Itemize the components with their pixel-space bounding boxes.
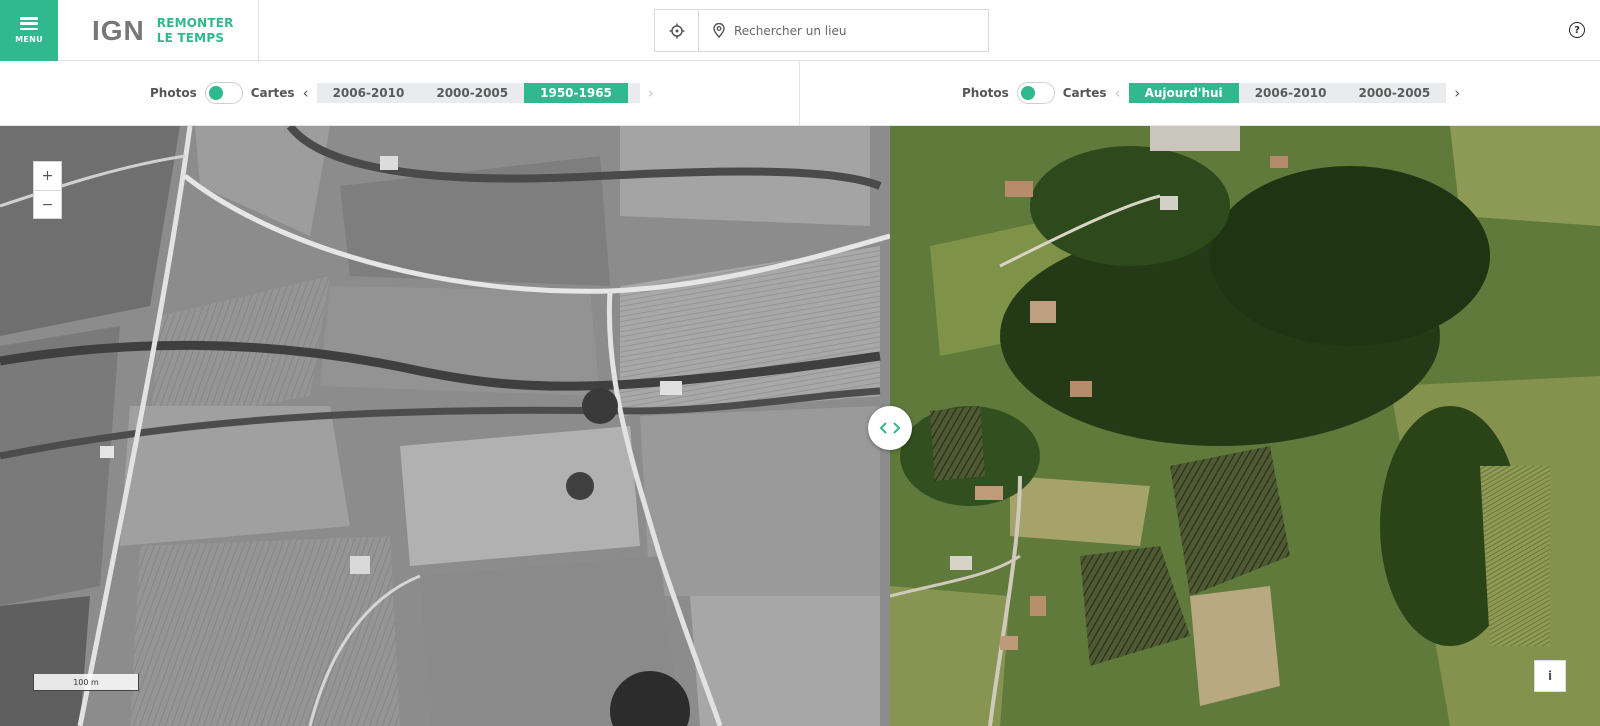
right-year-option-selected[interactable]: Aujourd'hui xyxy=(1128,83,1239,103)
right-cartes-label: Cartes xyxy=(1062,86,1107,100)
left-year-option[interactable]: 2006-2010 xyxy=(317,83,421,103)
current-aerial-photo[interactable] xyxy=(890,126,1600,726)
left-year-option[interactable]: 2000-2005 xyxy=(420,83,524,103)
historical-aerial-photo[interactable] xyxy=(0,126,890,726)
right-photos-label: Photos xyxy=(962,86,1009,100)
brand-logo[interactable]: IGN REMONTER LE TEMPS xyxy=(58,0,259,61)
search-input[interactable] xyxy=(734,23,964,38)
ign-logo-text: IGN xyxy=(92,14,145,46)
menu-button[interactable]: MENU xyxy=(0,0,58,61)
comparison-controls: Photos Cartes ‹ 2006-2010 2000-2005 1950… xyxy=(0,61,1600,126)
left-cartes-label: Cartes xyxy=(250,86,295,100)
left-year-option-selected[interactable]: 1950-1965 xyxy=(524,83,628,103)
help-icon: ? xyxy=(1574,24,1580,36)
left-photos-cartes-toggle[interactable] xyxy=(204,82,243,104)
zoom-in-button[interactable]: + xyxy=(34,162,61,190)
search-bar xyxy=(654,9,989,52)
map-pin-icon xyxy=(713,23,725,38)
swipe-arrows-icon xyxy=(879,422,901,434)
controls-divider xyxy=(799,61,800,126)
map-viewport[interactable]: + − 100 m i xyxy=(0,126,1600,726)
right-layer-controls: Photos Cartes ‹ Aujourd'hui 2006-2010 20… xyxy=(962,82,1464,104)
info-button[interactable]: i xyxy=(1534,660,1566,692)
right-next-chevron-icon[interactable]: › xyxy=(1450,82,1464,104)
scale-bar: 100 m xyxy=(33,674,139,691)
right-prev-chevron-icon[interactable]: ‹ xyxy=(1111,82,1125,104)
left-prev-chevron-icon[interactable]: ‹ xyxy=(299,82,313,104)
ign-logo: IGN xyxy=(92,15,145,47)
zoom-out-button[interactable]: − xyxy=(34,190,61,218)
zoom-control: + − xyxy=(33,161,62,219)
left-photos-label: Photos xyxy=(150,86,197,100)
hamburger-icon xyxy=(20,17,38,30)
info-icon: i xyxy=(1547,669,1553,683)
app-title-line2: LE TEMPS xyxy=(156,30,225,45)
swipe-handle[interactable] xyxy=(868,406,912,450)
right-year-selector: Aujourd'hui 2006-2010 2000-2005 xyxy=(1128,83,1447,103)
app-title-line1: REMONTER xyxy=(156,15,234,30)
app-title: REMONTER LE TEMPS xyxy=(157,16,234,46)
right-year-option[interactable]: 2006-2010 xyxy=(1239,83,1343,103)
app-header: MENU IGN REMONTER LE TEMPS Rechercher un… xyxy=(0,0,1600,61)
help-button[interactable]: ? xyxy=(1569,22,1585,38)
left-next-chevron-icon[interactable]: › xyxy=(644,82,658,104)
menu-label: MENU xyxy=(15,35,43,44)
search-field[interactable] xyxy=(699,10,988,51)
right-photos-cartes-toggle[interactable] xyxy=(1016,82,1055,104)
left-year-selector: 2006-2010 2000-2005 1950-1965 xyxy=(316,83,640,103)
left-layer-controls: Photos Cartes ‹ 2006-2010 2000-2005 1950… xyxy=(150,82,658,104)
crosshair-icon xyxy=(669,23,684,38)
geolocate-button[interactable] xyxy=(655,10,699,51)
right-year-option[interactable]: 2000-2005 xyxy=(1342,83,1446,103)
